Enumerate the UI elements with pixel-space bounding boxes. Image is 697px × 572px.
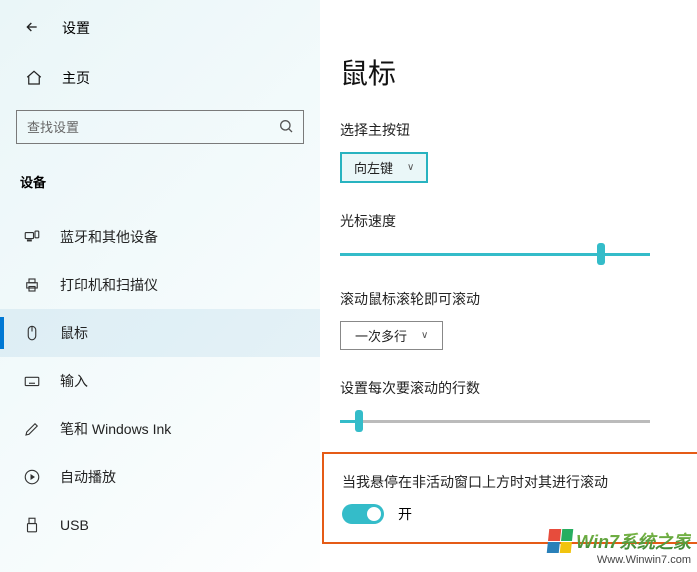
lines-per-scroll-slider[interactable] [340,420,650,423]
toggle-state-label: 开 [398,504,412,524]
printer-icon [22,275,42,295]
main-content: 鼠标 选择主按钮 向左键 ∨ 光标速度 滚动鼠标滚轮即可滚动 一次多行 ∨ 设置… [340,0,697,572]
lines-per-scroll-label: 设置每次要滚动的行数 [340,378,697,398]
sidebar-home[interactable]: 主页 [0,38,320,88]
lines-per-scroll-section: 设置每次要滚动的行数 [340,378,697,428]
search-icon [278,118,294,139]
sidebar-item-pen[interactable]: 笔和 Windows Ink [0,405,320,453]
primary-button-dropdown[interactable]: 向左键 ∨ [340,152,428,183]
chevron-down-icon: ∨ [407,162,414,173]
pen-icon [22,419,42,439]
chevron-down-icon: ∨ [421,330,428,341]
sidebar-item-usb[interactable]: USB [0,501,320,549]
inactive-scroll-label: 当我悬停在非活动窗口上方时对其进行滚动 [342,472,697,492]
search-wrap [16,110,304,144]
sidebar-item-mouse[interactable]: 鼠标 [0,309,320,357]
home-label: 主页 [62,68,90,88]
wheel-scroll-section: 滚动鼠标滚轮即可滚动 一次多行 ∨ [340,289,697,350]
window-title: 设置 [62,18,90,38]
sidebar-item-autoplay[interactable]: 自动播放 [0,453,320,501]
cursor-speed-slider[interactable] [340,253,650,256]
usb-icon [22,515,42,535]
keyboard-icon [22,371,42,391]
sidebar-item-label: 鼠标 [60,323,88,343]
wheel-scroll-label: 滚动鼠标滚轮即可滚动 [340,289,697,309]
back-icon[interactable] [24,19,40,38]
cursor-speed-label: 光标速度 [340,211,697,231]
cursor-speed-section: 光标速度 [340,211,697,261]
sidebar-item-bluetooth[interactable]: 蓝牙和其他设备 [0,213,320,261]
mouse-icon [22,323,42,343]
sidebar-item-label: 输入 [60,371,88,391]
home-icon [24,68,44,88]
highlight-annotation: 当我悬停在非活动窗口上方时对其进行滚动 开 [322,452,697,544]
wheel-scroll-dropdown[interactable]: 一次多行 ∨ [340,321,443,350]
sidebar-item-printers[interactable]: 打印机和扫描仪 [0,261,320,309]
settings-sidebar: 设置 主页 设备 蓝牙和其他设备 [0,0,320,572]
search-input[interactable] [16,110,304,144]
primary-button-section: 选择主按钮 向左键 ∨ [340,120,697,183]
sidebar-item-label: USB [60,517,89,533]
sidebar-topbar: 设置 [0,0,320,38]
dropdown-value: 一次多行 [355,326,407,345]
page-title: 鼠标 [340,52,697,92]
dropdown-value: 向左键 [354,158,393,177]
sidebar-item-label: 打印机和扫描仪 [60,275,158,295]
primary-button-label: 选择主按钮 [340,120,697,140]
devices-icon [22,227,42,247]
category-label: 设备 [0,144,320,191]
autoplay-icon [22,467,42,487]
sidebar-item-label: 蓝牙和其他设备 [60,227,158,247]
sidebar-nav: 蓝牙和其他设备 打印机和扫描仪 鼠标 [0,213,320,549]
inactive-scroll-toggle[interactable] [342,504,384,524]
sidebar-item-label: 自动播放 [60,467,116,487]
sidebar-item-typing[interactable]: 输入 [0,357,320,405]
sidebar-item-label: 笔和 Windows Ink [60,419,171,439]
